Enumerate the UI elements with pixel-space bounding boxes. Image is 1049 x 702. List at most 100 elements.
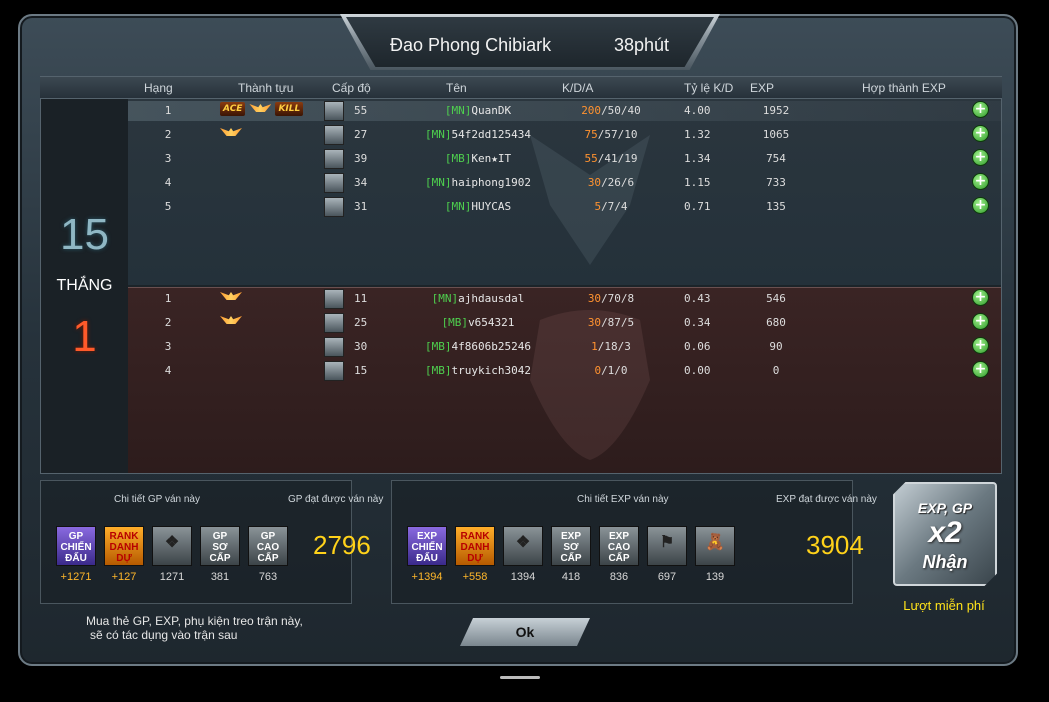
player-level: 30 xyxy=(354,340,368,353)
bonus-tile: GP SƠ CẤP xyxy=(200,526,240,566)
player-kda: 5/7/4 xyxy=(566,200,656,213)
player-rank: 3 xyxy=(164,152,172,165)
player-exp: 546 xyxy=(766,292,786,305)
bonus-tile: EXP CHIẾN ĐẤU xyxy=(407,526,447,566)
header-ratio: Tỷ lệ K/D xyxy=(684,81,734,95)
player-kda: 30/26/6 xyxy=(566,176,656,189)
death-assist: /41/19 xyxy=(597,152,638,165)
teddy-bear-icon: 🧸 xyxy=(705,534,725,551)
death-assist: /57/10 xyxy=(597,128,638,141)
kd-ratio: 0.71 xyxy=(684,200,711,213)
player-name: [MN]ajhdausdal xyxy=(398,292,558,305)
player-kda: 30/70/8 xyxy=(566,292,656,305)
table-row: 2 27 [MN]54f2dd125434 75/57/10 1.32 1065 + xyxy=(128,124,1001,146)
player-name: [MN]54f2dd125434 xyxy=(398,128,558,141)
kd-ratio: 4.00 xyxy=(684,104,711,117)
tile-label: EXP SƠ CẤP xyxy=(560,531,582,564)
merge-exp-button[interactable]: + xyxy=(972,289,989,306)
player-exp: 733 xyxy=(766,176,786,189)
team-b-score: 1 xyxy=(72,312,97,361)
merge-exp-button[interactable]: + xyxy=(972,125,989,142)
death-assist: /26/6 xyxy=(601,176,635,189)
merge-exp-button[interactable]: + xyxy=(972,149,989,166)
flags-tile: ⚑ xyxy=(647,526,687,566)
wolf-emblem-icon: ❖ xyxy=(164,534,180,551)
header-kda: K/D/A xyxy=(562,81,594,95)
player-kda: 30/87/5 xyxy=(566,316,656,329)
player-name: [MN]HUYCAS xyxy=(398,200,558,213)
kill-count: 1 xyxy=(591,340,598,353)
death-assist: /18/3 xyxy=(597,340,631,353)
table-row: 2 25 [MB]v654321 30/87/5 0.34 680 + xyxy=(128,312,1001,334)
death-assist: /50/40 xyxy=(601,104,641,117)
merge-exp-button[interactable]: + xyxy=(972,197,989,214)
player-kda: 200/50/40 xyxy=(566,104,656,117)
player-level: 11 xyxy=(354,292,368,305)
rank-insignia-icon xyxy=(324,149,344,169)
player-rank: 1 xyxy=(164,104,172,117)
player-name: [MN]QuanDK xyxy=(398,104,558,117)
merge-exp-button[interactable]: + xyxy=(972,173,989,190)
team-a-score: 15 xyxy=(60,210,109,259)
tile-value: 763 xyxy=(258,571,278,583)
player-name: [MB]v654321 xyxy=(398,316,558,329)
merge-exp-button[interactable]: + xyxy=(972,101,989,118)
player-rank: 2 xyxy=(164,128,172,141)
tile-label: GP SƠ CẤP xyxy=(209,531,231,564)
wing-badge-icon xyxy=(220,314,242,328)
gp-total: 2796 xyxy=(313,530,371,560)
player-level: 25 xyxy=(354,316,368,329)
player-rank: 5 xyxy=(164,200,172,213)
merge-exp-button[interactable]: + xyxy=(972,361,989,378)
kill-count: 55 xyxy=(584,152,598,165)
player-name: [MB]4f8606b25246 xyxy=(398,340,558,353)
kd-ratio: 1.32 xyxy=(684,128,711,141)
clan-tag: [MB] xyxy=(425,340,452,353)
kill-count: 200 xyxy=(581,104,602,117)
kill-count: 30 xyxy=(587,292,602,305)
wolf-emblem-tile: ❖ xyxy=(503,526,543,566)
tile-label: GP CHIẾN ĐẤU xyxy=(60,531,92,564)
player-exp: 1065 xyxy=(762,128,790,141)
kd-ratio: 0.43 xyxy=(684,292,711,305)
rank-insignia-icon xyxy=(324,101,344,121)
kd-ratio: 1.34 xyxy=(684,152,711,165)
clan-tag: [MN] xyxy=(425,176,452,189)
wolf-emblem-icon: ❖ xyxy=(515,534,531,551)
clan-tag: [MN] xyxy=(431,292,459,305)
header-exp: EXP xyxy=(750,81,775,95)
merge-exp-button[interactable]: + xyxy=(972,337,989,354)
merge-exp-button[interactable]: + xyxy=(972,313,989,330)
kill-badge: KILL xyxy=(275,102,304,116)
win-label: THẮNG xyxy=(56,277,113,294)
tile-label: EXP CAO CẤP xyxy=(607,531,631,564)
flags-icon: ⚑ xyxy=(659,534,675,551)
clan-tag: [MN] xyxy=(444,200,472,213)
map-name: Đao Phong Chibiark xyxy=(390,35,552,55)
ok-button[interactable]: Ok xyxy=(460,618,590,646)
player-level: 15 xyxy=(354,364,368,377)
tile-value: +558 xyxy=(462,571,488,583)
teddy-bear-tile: 🧸 xyxy=(695,526,735,566)
purchase-note: Mua thẻ GP, EXP, phụ kiện treo trận này,… xyxy=(86,614,303,642)
rank-insignia-icon xyxy=(324,197,344,217)
player-exp: 135 xyxy=(766,200,786,213)
player-name: [MB]truykich3042 xyxy=(398,364,558,377)
player-name-text: haiphong1902 xyxy=(451,176,531,189)
double-bonus-line2: x2 xyxy=(928,516,962,549)
player-name: [MB]Ken★IT xyxy=(398,152,558,165)
tile-value: 836 xyxy=(609,571,629,583)
tile-label: EXP CHIẾN ĐẤU xyxy=(411,531,443,564)
match-time: 38phút xyxy=(614,35,670,55)
table-row: 4 34 [MN]haiphong1902 30/26/6 1.15 733 + xyxy=(128,172,1001,194)
double-exp-gp-button[interactable]: EXP, GP x2 Nhận xyxy=(893,482,997,586)
player-exp: 90 xyxy=(769,340,783,353)
player-exp: 754 xyxy=(766,152,786,165)
rank-insignia-icon xyxy=(324,337,344,357)
player-kda: 55/41/19 xyxy=(566,152,656,165)
tile-label: RANK DANH DỰ xyxy=(460,531,490,564)
death-assist: /7/4 xyxy=(601,200,628,213)
tile-label: RANK DANH DỰ xyxy=(109,531,139,564)
table-row: 3 39 [MB]Ken★IT 55/41/19 1.34 754 + xyxy=(128,148,1001,170)
wolf-emblem-tile: ❖ xyxy=(152,526,192,566)
